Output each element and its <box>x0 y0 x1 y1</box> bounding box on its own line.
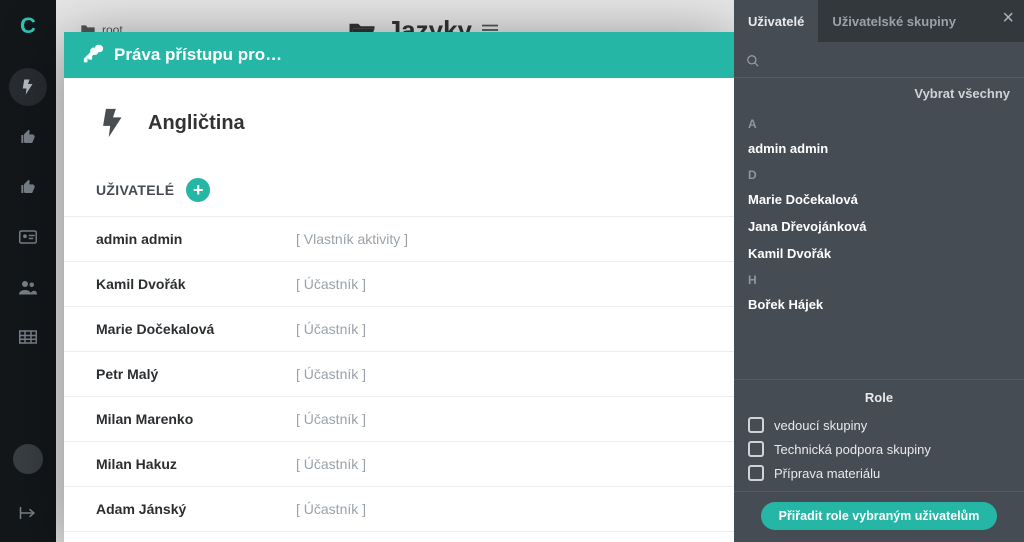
users-icon <box>19 279 37 295</box>
user-name: Milan Marenko <box>96 411 296 427</box>
role-label: Technická podpora skupiny <box>774 442 931 457</box>
user-list: admin admin[ Vlastník aktivity ]Kamil Dv… <box>64 212 734 532</box>
user-name: Milan Hakuz <box>96 456 296 472</box>
sidepanel-tabs: Uživatelé Uživatelské skupiny × <box>734 0 1024 42</box>
user-name: Marie Dočekalová <box>96 321 296 337</box>
user-role: [ Účastník ] <box>296 411 366 427</box>
thumb-up-icon <box>20 129 36 145</box>
user-role: [ Účastník ] <box>296 501 366 517</box>
sidepanel-user-item[interactable]: Bořek Hájek <box>748 291 1010 318</box>
role-checkbox[interactable] <box>748 441 764 457</box>
user-row[interactable]: Milan Marenko[ Účastník ] <box>64 397 734 442</box>
user-row[interactable]: Marie Dočekalová[ Účastník ] <box>64 307 734 352</box>
nav-table[interactable] <box>9 318 47 356</box>
add-user-button[interactable]: + <box>186 178 210 202</box>
table-icon <box>19 330 37 344</box>
user-row[interactable]: Petr Malý[ Účastník ] <box>64 352 734 397</box>
user-row[interactable]: Milan Hakuz[ Účastník ] <box>64 442 734 487</box>
role-row[interactable]: vedoucí skupiny <box>748 413 1010 437</box>
nav-avatar[interactable] <box>13 444 43 474</box>
search-input[interactable] <box>768 53 1012 68</box>
sidepanel-user-item[interactable]: admin admin <box>748 135 1010 162</box>
role-row[interactable]: Technická podpora skupiny <box>748 437 1010 461</box>
list-letter: A <box>748 117 1010 131</box>
access-rights-modal: Práva přístupu pro… Angličtina UŽIVATELÉ… <box>64 32 734 542</box>
user-role: [ Účastník ] <box>296 366 366 382</box>
role-row[interactable]: Příprava materiálu <box>748 461 1010 485</box>
users-section-header: UŽIVATELÉ + <box>64 154 734 212</box>
user-picker-panel: Uživatelé Uživatelské skupiny × Vybrat v… <box>734 0 1024 542</box>
search-icon <box>746 54 760 68</box>
sidepanel-user-item[interactable]: Kamil Dvořák <box>748 240 1010 267</box>
role-label: Příprava materiálu <box>774 466 880 481</box>
list-letter: H <box>748 273 1010 287</box>
user-name: admin admin <box>96 231 296 247</box>
nav-users[interactable] <box>9 268 47 306</box>
activity-heading: Angličtina <box>64 106 734 154</box>
user-row[interactable]: Adam Jánský[ Účastník ] <box>64 487 734 532</box>
user-role: [ Vlastník aktivity ] <box>296 231 408 247</box>
tab-groups[interactable]: Uživatelské skupiny <box>818 0 970 42</box>
user-role: [ Účastník ] <box>296 321 366 337</box>
bolt-icon <box>96 106 130 140</box>
bolt-icon <box>19 78 37 96</box>
list-letter: D <box>748 168 1010 182</box>
nav-activities[interactable] <box>9 68 47 106</box>
sidepanel-user-item[interactable]: Marie Dočekalová <box>748 186 1010 213</box>
user-name: Kamil Dvořák <box>96 276 296 292</box>
app-logo[interactable]: C <box>14 12 42 40</box>
sidepanel-user-item[interactable]: Jana Dřevojánková <box>748 213 1010 240</box>
role-checkbox[interactable] <box>748 465 764 481</box>
role-label: vedoucí skupiny <box>774 418 867 433</box>
select-all-link[interactable]: Vybrat všechny <box>734 78 1024 111</box>
nav-like-1[interactable] <box>9 118 47 156</box>
nav-like-2[interactable] <box>9 168 47 206</box>
user-row[interactable]: admin admin[ Vlastník aktivity ] <box>64 216 734 262</box>
modal-title: Práva přístupu pro… <box>114 45 282 65</box>
thumb-up-icon <box>20 179 36 195</box>
sidepanel-footer: Přiřadit role vybraným uživatelům <box>734 491 1024 542</box>
close-button[interactable]: × <box>1002 8 1014 28</box>
nav-card[interactable] <box>9 218 47 256</box>
user-name: Petr Malý <box>96 366 296 382</box>
activity-name: Angličtina <box>148 112 245 135</box>
keys-icon <box>82 44 104 66</box>
roles-section: Role vedoucí skupiny Technická podpora sk… <box>734 379 1024 491</box>
assign-roles-button[interactable]: Přiřadit role vybraným uživatelům <box>761 502 998 530</box>
user-row[interactable]: Kamil Dvořák[ Účastník ] <box>64 262 734 307</box>
roles-title: Role <box>748 390 1010 405</box>
users-section-label: UŽIVATELÉ <box>96 182 174 198</box>
search-row <box>734 42 1024 78</box>
modal-header: Práva přístupu pro… <box>64 32 734 78</box>
modal-body: Angličtina UŽIVATELÉ + admin admin[ Vlas… <box>64 78 734 542</box>
user-name: Adam Jánský <box>96 501 296 517</box>
role-checkbox[interactable] <box>748 417 764 433</box>
user-role: [ Účastník ] <box>296 276 366 292</box>
user-role: [ Účastník ] <box>296 456 366 472</box>
tab-users[interactable]: Uživatelé <box>734 0 818 42</box>
id-card-icon <box>19 230 37 244</box>
sidepanel-user-list: Aadmin admin D Marie DočekalováJana Dřevoj… <box>734 111 1024 379</box>
logout-icon <box>19 505 37 521</box>
nav-logout[interactable] <box>9 494 47 532</box>
left-nav: C <box>0 0 56 542</box>
